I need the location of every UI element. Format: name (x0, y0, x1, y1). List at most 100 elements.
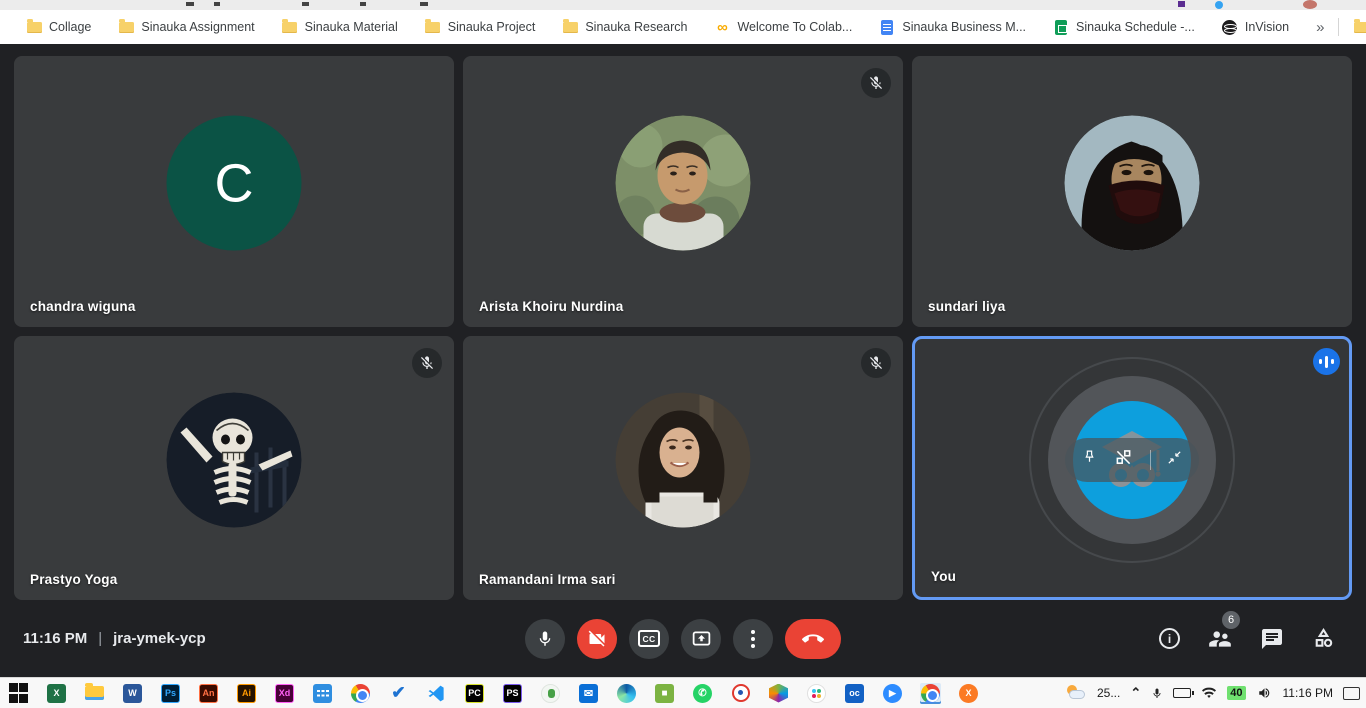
participant-tile-self[interactable]: You (912, 336, 1352, 600)
meeting-details-button[interactable]: i (1159, 628, 1180, 649)
action-center-icon[interactable] (1343, 687, 1360, 700)
pin-icon[interactable] (1081, 449, 1098, 471)
taskbar-calendar-app[interactable] (312, 683, 333, 704)
taskbar-swirl-app[interactable] (730, 683, 751, 704)
swirl-logo-icon (732, 684, 750, 702)
taskbar-xd[interactable]: Xd (274, 683, 295, 704)
activities-icon (1311, 626, 1336, 651)
participant-name: You (931, 569, 956, 584)
taskbar-green-robot-app[interactable] (540, 683, 561, 704)
initial-avatar: C (167, 116, 302, 251)
avatar-initial: C (215, 152, 254, 214)
chat-button[interactable] (1260, 627, 1284, 651)
tray-mic-icon[interactable] (1151, 686, 1163, 701)
bookmark-sinauka-schedule[interactable]: Sinauka Schedule -... (1053, 19, 1195, 35)
participant-tile-chandra-wiguna[interactable]: C chandra wiguna (14, 56, 454, 327)
extension-icon[interactable] (1178, 1, 1185, 7)
bookmark-label: Collage (49, 20, 91, 34)
photo-avatar-masked-woman (1065, 116, 1200, 251)
bookmarks-overflow-chevron[interactable]: » (1316, 19, 1324, 36)
bookmark-collage[interactable]: Collage (26, 19, 91, 35)
taskbar-photoshop[interactable]: Ps (160, 683, 181, 704)
people-icon (1207, 626, 1233, 652)
battery-icon[interactable] (1173, 688, 1191, 698)
unpin-from-screen-icon[interactable] (1113, 447, 1134, 473)
taskbar-pycharm[interactable]: PC (464, 683, 485, 704)
cc-icon: CC (638, 630, 660, 647)
taskbar-xampp[interactable]: X (958, 683, 979, 704)
taskbar-android-app[interactable]: ■ (654, 683, 675, 704)
taskbar-zoom[interactable]: ▶ (882, 683, 903, 704)
participant-tile-prastyo[interactable]: Prastyo Yoga (14, 336, 454, 600)
weather-icon[interactable] (1065, 685, 1087, 701)
vscode-icon (427, 684, 446, 703)
more-dots-icon (751, 630, 755, 648)
bookmark-sinauka-research[interactable]: Sinauka Research (562, 19, 687, 35)
bookmark-sinauka-business[interactable]: Sinauka Business M... (879, 19, 1026, 35)
bookmarks-bar: Collage Sinauka Assignment Sinauka Mater… (0, 10, 1366, 44)
taskbar-excel[interactable]: X (46, 683, 67, 704)
taskbar-phpstorm[interactable]: PS (502, 683, 523, 704)
bookmark-welcome-to-colab[interactable]: ∞ Welcome To Colab... (714, 19, 852, 35)
meeting-code: jra-ymek-ycp (113, 630, 206, 647)
minimize-icon[interactable] (1166, 449, 1183, 471)
file-explorer-icon (85, 686, 104, 700)
profile-avatar[interactable] (1303, 0, 1317, 9)
meet-bottom-bar: 11:16 PM | jra-ymek-ycp CC (0, 600, 1366, 677)
participant-tile-ramandani[interactable]: Ramandani Irma sari (463, 336, 903, 600)
microphone-button[interactable] (525, 619, 565, 659)
taskbar-file-explorer[interactable] (84, 683, 105, 704)
taskbar-oc-app[interactable]: oc (844, 683, 865, 704)
screen: Collage Sinauka Assignment Sinauka Mater… (0, 0, 1366, 708)
other-bookmarks-button[interactable]: Other bookmarks (1353, 19, 1366, 35)
bookmark-label: Sinauka Project (448, 20, 536, 34)
windows-taskbar: X W Ps An Ai Xd ✔ PC PS ✉ ■ ✆ oc ▶ X 25.… (0, 677, 1366, 708)
photo-avatar-smiling-girl (616, 393, 751, 528)
bookmark-sinauka-project[interactable]: Sinauka Project (425, 19, 536, 35)
tray-weather-text[interactable]: 25... (1097, 686, 1120, 700)
taskbar-vscode[interactable] (426, 683, 447, 704)
taskbar-chrome[interactable] (350, 683, 371, 704)
activities-button[interactable] (1311, 626, 1336, 651)
bookmark-sinauka-assignment[interactable]: Sinauka Assignment (118, 19, 254, 35)
battery-percent-badge[interactable]: 40 (1227, 686, 1245, 700)
participant-tile-sundari[interactable]: sundari liya (912, 56, 1352, 327)
extension-icon[interactable] (1215, 1, 1223, 9)
taskbar-checkmark-app[interactable]: ✔ (388, 683, 409, 704)
taskbar-animate[interactable]: An (198, 683, 219, 704)
volume-icon[interactable] (1256, 686, 1273, 700)
taskbar-slack[interactable] (806, 683, 827, 704)
bookmark-sinauka-material[interactable]: Sinauka Material (282, 19, 398, 35)
participants-button[interactable]: 6 (1207, 626, 1233, 652)
start-button[interactable] (8, 683, 29, 704)
taskbar-illustrator[interactable]: Ai (236, 683, 257, 704)
address-text-fragment (186, 2, 194, 6)
taskbar-mail[interactable]: ✉ (578, 683, 599, 704)
tray-overflow-chevron[interactable]: ⌃ (1130, 685, 1141, 701)
taskbar-chrome-active[interactable] (920, 683, 941, 704)
pycharm-icon: PC (465, 684, 484, 703)
participant-name: Arista Khoiru Nurdina (479, 299, 623, 314)
address-text-fragment (420, 2, 428, 6)
camera-off-button[interactable] (577, 619, 617, 659)
taskbar-edge[interactable] (616, 683, 637, 704)
present-screen-button[interactable] (681, 619, 721, 659)
more-options-button[interactable] (733, 619, 773, 659)
tray-clock[interactable]: 11:16 PM (1283, 686, 1333, 700)
robot-icon (541, 684, 560, 703)
meet-main: C chandra wiguna (0, 44, 1366, 677)
bookmark-invision[interactable]: InVision (1222, 19, 1289, 35)
participant-name: Ramandani Irma sari (479, 572, 616, 587)
wifi-icon[interactable] (1201, 687, 1217, 699)
taskbar-whatsapp[interactable]: ✆ (692, 683, 713, 704)
participant-tile-arista[interactable]: Arista Khoiru Nurdina (463, 56, 903, 327)
captions-button[interactable]: CC (629, 619, 669, 659)
taskbar-hexagon-app[interactable] (768, 683, 789, 704)
mic-icon (536, 630, 554, 648)
leave-call-button[interactable] (785, 619, 841, 659)
chat-icon (1260, 627, 1284, 651)
audio-speaking-indicator (1313, 348, 1340, 375)
checkmark-icon: ✔ (391, 683, 405, 703)
bookmark-label: Sinauka Assignment (141, 20, 254, 34)
taskbar-word[interactable]: W (122, 683, 143, 704)
